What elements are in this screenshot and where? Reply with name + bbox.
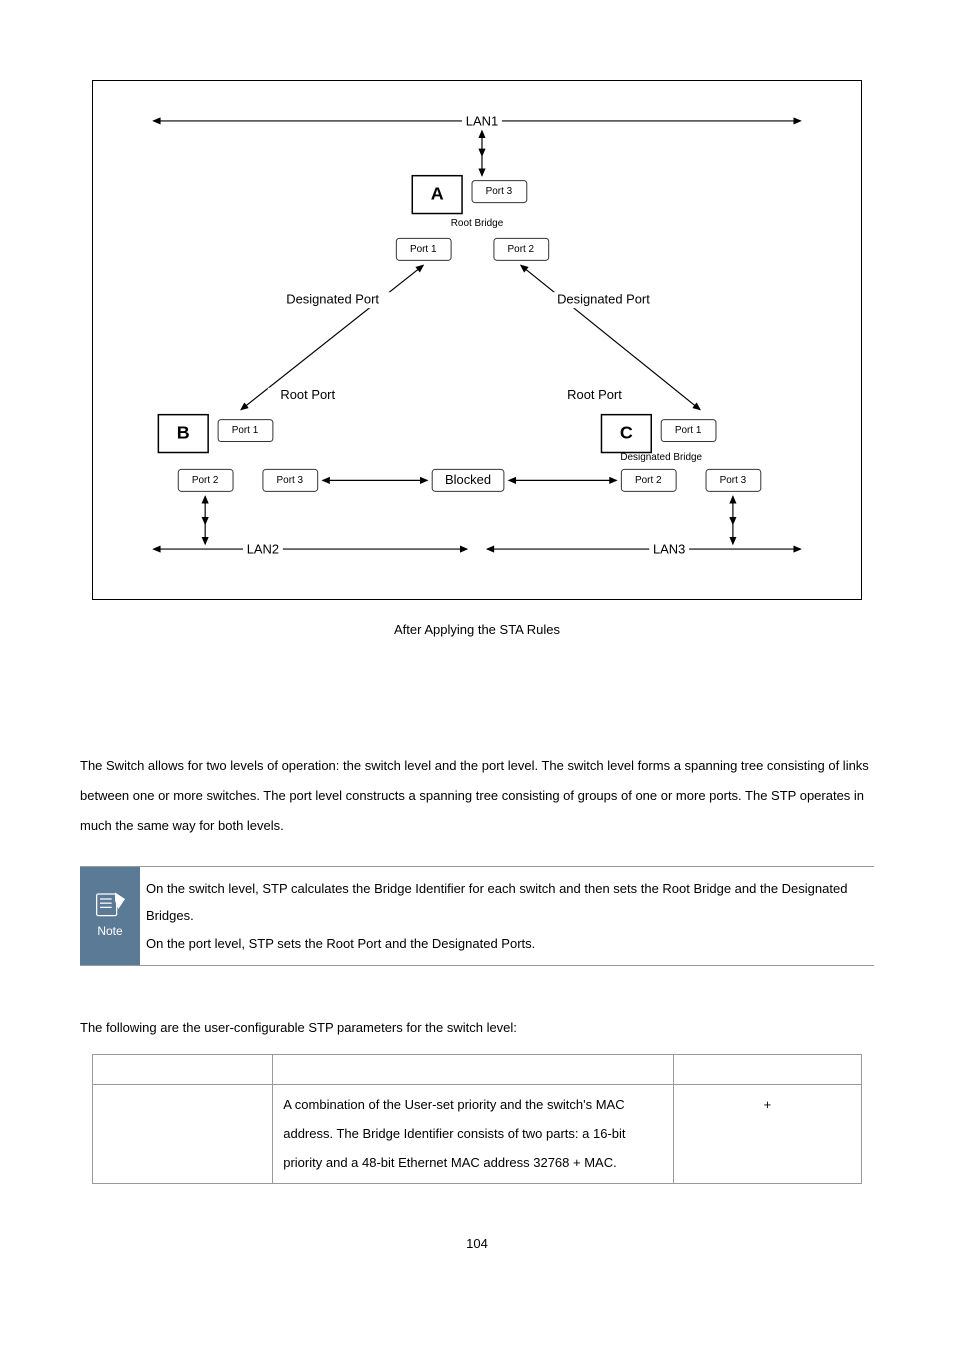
table-header-2 <box>273 1055 674 1085</box>
lan2-label: LAN2 <box>247 542 279 557</box>
port-c1: Port 1 <box>675 425 702 436</box>
sta-diagram: LAN1 A Port 3 Root Bridge Port 1 Port 2 … <box>92 80 862 600</box>
table-row: A combination of the User-set priority a… <box>93 1085 862 1184</box>
table-cell-3: + <box>673 1085 861 1184</box>
port-a1: Port 1 <box>410 244 437 255</box>
lan3-label: LAN3 <box>653 542 685 557</box>
note-box: Note On the switch level, STP calculates… <box>80 866 874 966</box>
port-b3: Port 3 <box>277 475 304 486</box>
table-header-1 <box>93 1055 273 1085</box>
diagram-caption: After Applying the STA Rules <box>80 618 874 641</box>
port-b2: Port 2 <box>192 475 219 486</box>
port-c3: Port 3 <box>720 475 747 486</box>
designated-port-left: Designated Port <box>286 292 379 307</box>
note-text: On the switch level, STP calculates the … <box>140 867 874 965</box>
port-b1: Port 1 <box>232 425 259 436</box>
blocked-label: Blocked <box>445 472 491 487</box>
port-a3: Port 3 <box>486 186 513 197</box>
root-bridge-label: Root Bridge <box>451 218 504 229</box>
switch-b-label: B <box>177 422 190 442</box>
stp-parameters-table: A combination of the User-set priority a… <box>92 1054 862 1184</box>
notepad-icon <box>93 889 127 919</box>
table-cell-1 <box>93 1085 273 1184</box>
switch-c-label: C <box>620 422 633 442</box>
page-number: 104 <box>80 1232 874 1255</box>
switch-a-label: A <box>431 183 444 203</box>
body-paragraph: The Switch allows for two levels of oper… <box>80 751 874 841</box>
note-label: Note <box>97 921 122 943</box>
note-line1: On the switch level, STP calculates the … <box>146 875 868 930</box>
root-port-left: Root Port <box>280 387 335 402</box>
designated-bridge-label: Designated Bridge <box>620 452 702 463</box>
designated-port-right: Designated Port <box>557 292 650 307</box>
pre-table-text: The following are the user-configurable … <box>80 1016 874 1039</box>
table-header-3 <box>673 1055 861 1085</box>
port-a2: Port 2 <box>508 244 535 255</box>
note-line2: On the port level, STP sets the Root Por… <box>146 930 868 957</box>
table-cell-2: A combination of the User-set priority a… <box>273 1085 674 1184</box>
lan1-label: LAN1 <box>466 113 498 128</box>
port-c2: Port 2 <box>635 475 662 486</box>
note-icon-cell: Note <box>80 867 140 965</box>
root-port-right: Root Port <box>567 387 622 402</box>
